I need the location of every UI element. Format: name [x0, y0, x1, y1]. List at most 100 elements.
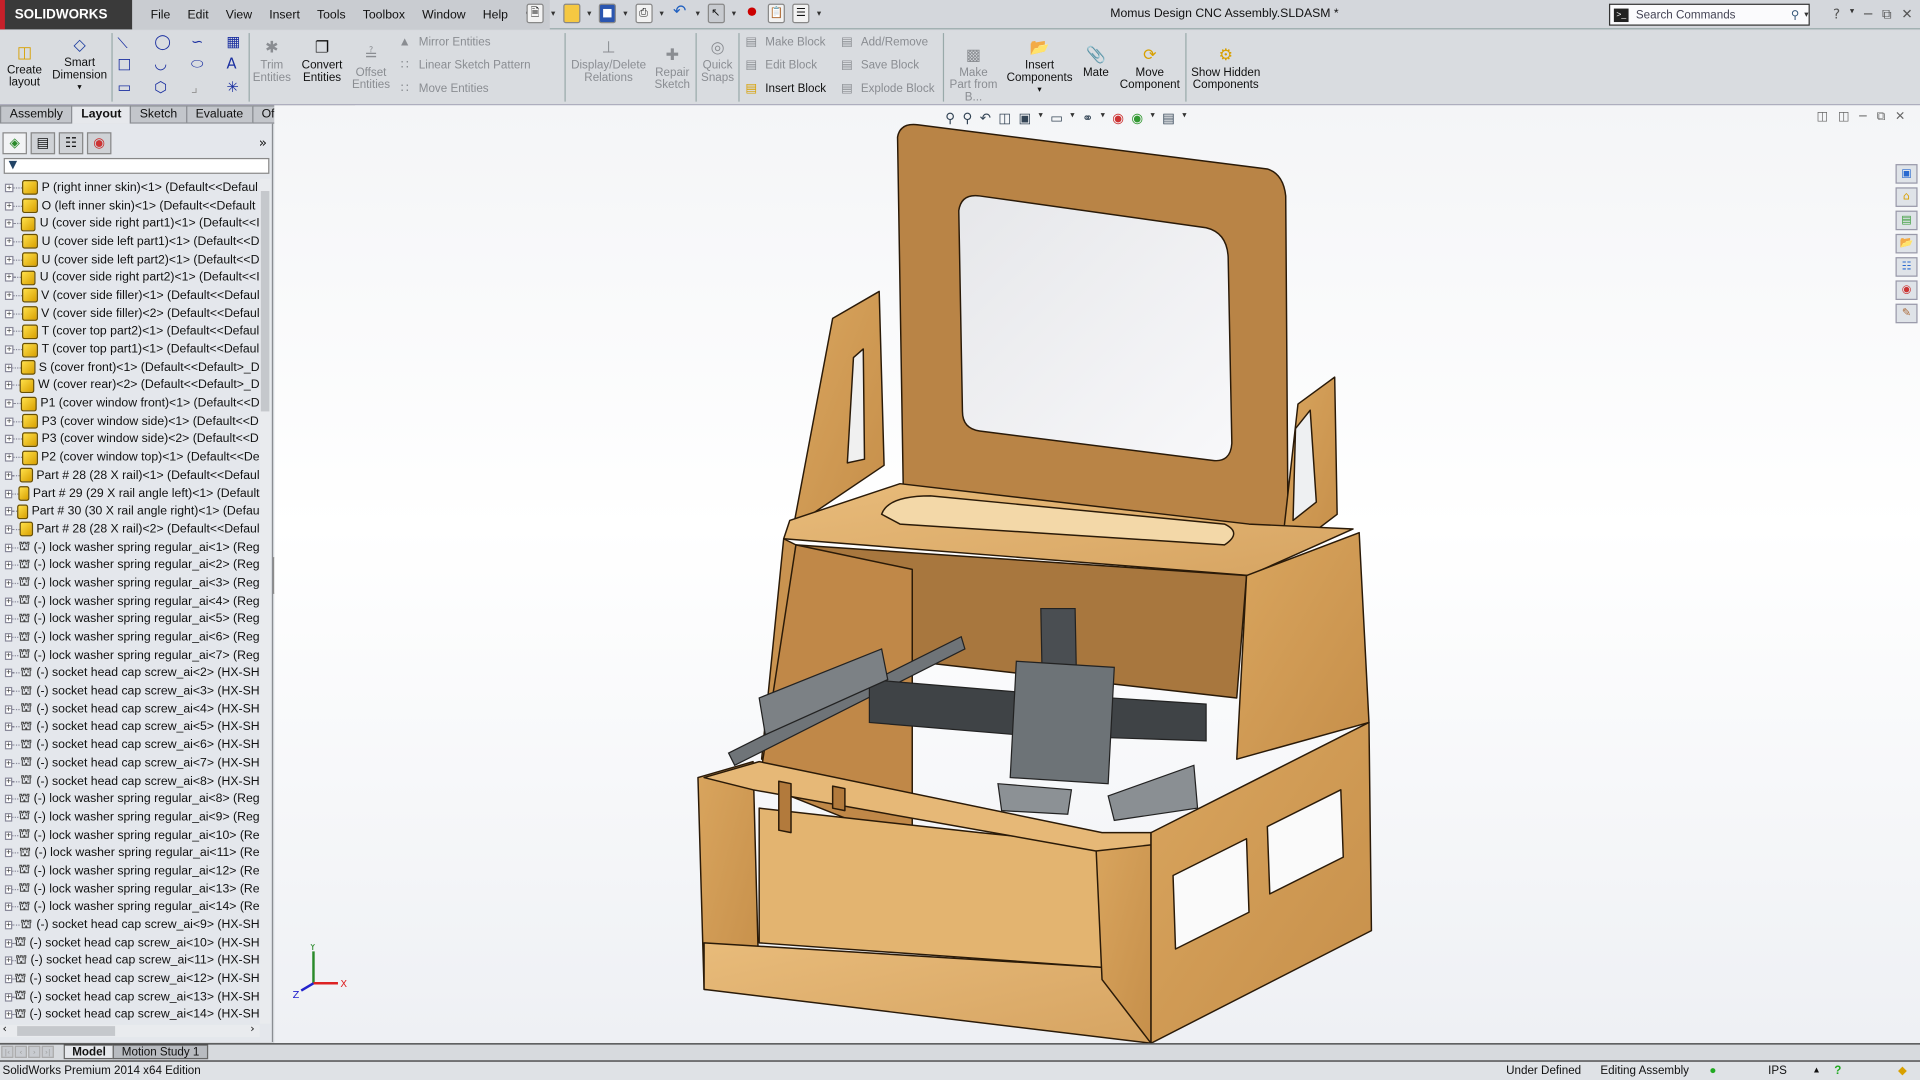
quick-snaps-button[interactable]: ◎ Quick Snaps [699, 36, 736, 85]
expand-panel-icon[interactable]: » [259, 135, 267, 151]
ellipse-icon[interactable]: ⬭ [191, 55, 204, 73]
expand-icon[interactable]: + [4, 633, 13, 642]
tab-assembly[interactable]: Assembly [0, 105, 73, 124]
tree-item[interactable]: + ⛫ (-) lock washer spring regular_ai<4> (… [0, 592, 260, 610]
close-button[interactable]: ✕ [1901, 6, 1912, 23]
tree-item[interactable]: + ⛫ (-) lock washer spring regular_ai<8> (… [0, 790, 260, 808]
restore-button[interactable]: ⧉ [1882, 6, 1892, 23]
tree-item[interactable]: + ⛫ (-) lock washer spring regular_ai<11> … [0, 844, 260, 862]
expand-icon[interactable]: + [4, 794, 13, 804]
units-selector[interactable]: IPS [1768, 1062, 1787, 1080]
tree-item[interactable]: + ⛫ (-) socket head cap screw_ai<6> (HX-SH [0, 736, 260, 754]
graphics-area[interactable]: ⚲ ⚲ ↶ ◫ ▣ ▾ ▭ ▾ ⚭ ▾ ◉ ◉ ▾ ▤ ▾ ◫ ◫ ─ ⧉ ✕ ▣ ⌂ ▤… [274, 105, 1920, 1044]
chevron-down-icon[interactable]: ▾ [587, 9, 591, 19]
expand-icon[interactable]: + [4, 273, 14, 282]
expand-icon[interactable]: + [4, 669, 13, 678]
chevron-down-icon[interactable]: ▾ [659, 9, 663, 19]
line-icon[interactable]: ⟍ [118, 34, 128, 52]
chevron-down-icon[interactable]: ▾ [623, 9, 627, 19]
tree-item[interactable]: + W (cover rear)<2> (Default<<Default>_D [0, 377, 260, 395]
tree-horizontal-scrollbar[interactable]: ‹ › [0, 1024, 260, 1038]
tree-item[interactable]: + ⛫ (-) lock washer spring regular_ai<6> (… [0, 628, 260, 646]
add-remove-button[interactable]: ▤ Add/Remove [839, 34, 928, 50]
undo-icon[interactable]: ↶ [671, 3, 688, 24]
tree-item[interactable]: + Part # 28 (28 X rail)<1> (Default<<Defa… [0, 467, 260, 485]
tree-item[interactable]: + ⛫ (-) lock washer spring regular_ai<1> (… [0, 538, 260, 556]
menu-window[interactable]: Window [414, 8, 475, 21]
expand-icon[interactable]: + [4, 812, 13, 822]
scenes-icon[interactable]: ◉ [1895, 280, 1918, 301]
expand-icon[interactable]: + [4, 561, 13, 570]
menu-help[interactable]: Help [474, 8, 516, 21]
repair-sketch-button[interactable]: ✚ Repair Sketch [651, 43, 693, 92]
tree-item[interactable]: + ⛫ (-) socket head cap screw_ai<5> (HX-SH [0, 718, 260, 736]
split-right-icon[interactable]: ◫ [1838, 110, 1850, 123]
tree-item[interactable]: + U (cover side right part1)<1> (Default<… [0, 215, 260, 233]
tree-item[interactable]: + V (cover side filler)<1> (Default<<Defa… [0, 287, 260, 305]
expand-icon[interactable]: + [4, 435, 14, 444]
tree-item[interactable]: + U (cover side left part1)<1> (Default<<… [0, 233, 260, 251]
restore-document-button[interactable]: ⧉ [1876, 110, 1885, 123]
tree-item[interactable]: + P (right inner skin)<1> (Default<<Defau… [0, 179, 260, 197]
tree-item[interactable]: + ⛫ (-) socket head cap screw_ai<12> (HX-S… [0, 970, 260, 988]
solidworks-resources-icon[interactable]: ▣ [1895, 164, 1918, 184]
expand-icon[interactable]: + [4, 884, 13, 894]
options-icon[interactable]: ☰ [792, 3, 810, 24]
scroll-left-icon[interactable]: ‹ [2, 1024, 6, 1036]
first-tab-icon[interactable]: |‹ [1, 1045, 14, 1058]
expand-icon[interactable]: + [4, 848, 13, 858]
insert-block-button[interactable]: ▤ Insert Block [743, 81, 826, 97]
tree-item[interactable]: + T (cover top part2)<1> (Default<<Defaul [0, 323, 260, 341]
tree-item[interactable]: + ⛫ (-) socket head cap screw_ai<13> (HX-S… [0, 988, 260, 1006]
tree-item[interactable]: + ⛫ (-) socket head cap screw_ai<8> (HX-SH [0, 772, 260, 790]
chevron-down-icon[interactable]: ▾ [1070, 110, 1074, 126]
expand-icon[interactable]: + [4, 1010, 13, 1020]
tree-vertical-scrollbar[interactable] [259, 178, 271, 1024]
tree-item[interactable]: + U (cover side left part2)<1> (Default<<… [0, 251, 260, 269]
expand-icon[interactable]: + [4, 902, 13, 912]
last-tab-icon[interactable]: ›| [41, 1045, 54, 1058]
tree-item[interactable]: + ⛫ (-) lock washer spring regular_ai<13> … [0, 880, 260, 898]
tree-item[interactable]: + S (cover front)<1> (Default<<Default>_D [0, 359, 260, 377]
tree-item[interactable]: + ⛫ (-) socket head cap screw_ai<4> (HX-SH [0, 700, 260, 718]
text-icon[interactable]: A [227, 55, 237, 72]
expand-icon[interactable]: + [4, 615, 13, 624]
expand-icon[interactable]: + [4, 363, 13, 372]
tree-item[interactable]: + ⛫ (-) lock washer spring regular_ai<10> … [0, 826, 260, 844]
expand-icon[interactable]: + [4, 471, 13, 480]
expand-icon[interactable]: + [4, 453, 14, 462]
configuration-manager-tab-icon[interactable]: ☷ [58, 132, 84, 155]
chevron-down-icon[interactable]: ▾ [1004, 84, 1075, 96]
display-manager-tab-icon[interactable]: ◉ [86, 132, 112, 155]
expand-icon[interactable]: + [4, 291, 14, 300]
property-manager-tab-icon[interactable]: ▤ [30, 132, 56, 155]
file-properties-icon[interactable]: 📋 [767, 3, 786, 24]
tree-item[interactable]: + ⛫ (-) socket head cap screw_ai<9> (HX-SH [0, 916, 260, 934]
tree-item[interactable]: + ⛫ (-) lock washer spring regular_ai<3> (… [0, 574, 260, 592]
sketch-fillet-icon[interactable]: ▦ [227, 33, 241, 50]
section-view-icon[interactable]: ◫ [998, 110, 1011, 126]
prev-tab-icon[interactable]: ‹ [14, 1045, 27, 1058]
expand-icon[interactable]: + [4, 920, 13, 930]
tree-item[interactable]: + V (cover side filler)<2> (Default<<Defa… [0, 305, 260, 323]
display-style-icon[interactable]: ▭ [1050, 110, 1063, 126]
view-orientation-icon[interactable]: ▣ [1018, 110, 1031, 126]
smart-dimension-button[interactable]: ◇ Smart Dimension ▾ [49, 33, 110, 94]
linear-sketch-pattern-button[interactable]: ∷ Linear Sketch Pattern [397, 58, 531, 74]
tree-item[interactable]: + P1 (cover window front)<1> (Default<<D [0, 395, 260, 413]
tab-motion-study-1[interactable]: Motion Study 1 [113, 1044, 208, 1060]
next-tab-icon[interactable]: › [28, 1045, 41, 1058]
tree-item[interactable]: + ⛫ (-) lock washer spring regular_ai<12> … [0, 862, 260, 880]
expand-icon[interactable]: + [4, 651, 13, 660]
display-delete-relations-button[interactable]: ⊥ Display/Delete Relations [568, 36, 649, 85]
expand-icon[interactable]: + [4, 597, 13, 606]
expand-icon[interactable]: + [4, 830, 13, 840]
expand-icon[interactable]: + [4, 776, 13, 786]
previous-view-icon[interactable]: ↶ [980, 110, 991, 126]
apply-scene-icon[interactable]: ◉ [1131, 110, 1143, 126]
expand-icon[interactable]: + [4, 399, 14, 408]
view-settings-icon[interactable]: ▤ [1162, 110, 1175, 126]
tree-item[interactable]: + Part # 28 (28 X rail)<2> (Default<<Defa… [0, 520, 260, 538]
show-hidden-components-button[interactable]: ⚙ Show Hidden Components [1190, 43, 1261, 92]
help-icon[interactable]: ? [1833, 6, 1840, 23]
